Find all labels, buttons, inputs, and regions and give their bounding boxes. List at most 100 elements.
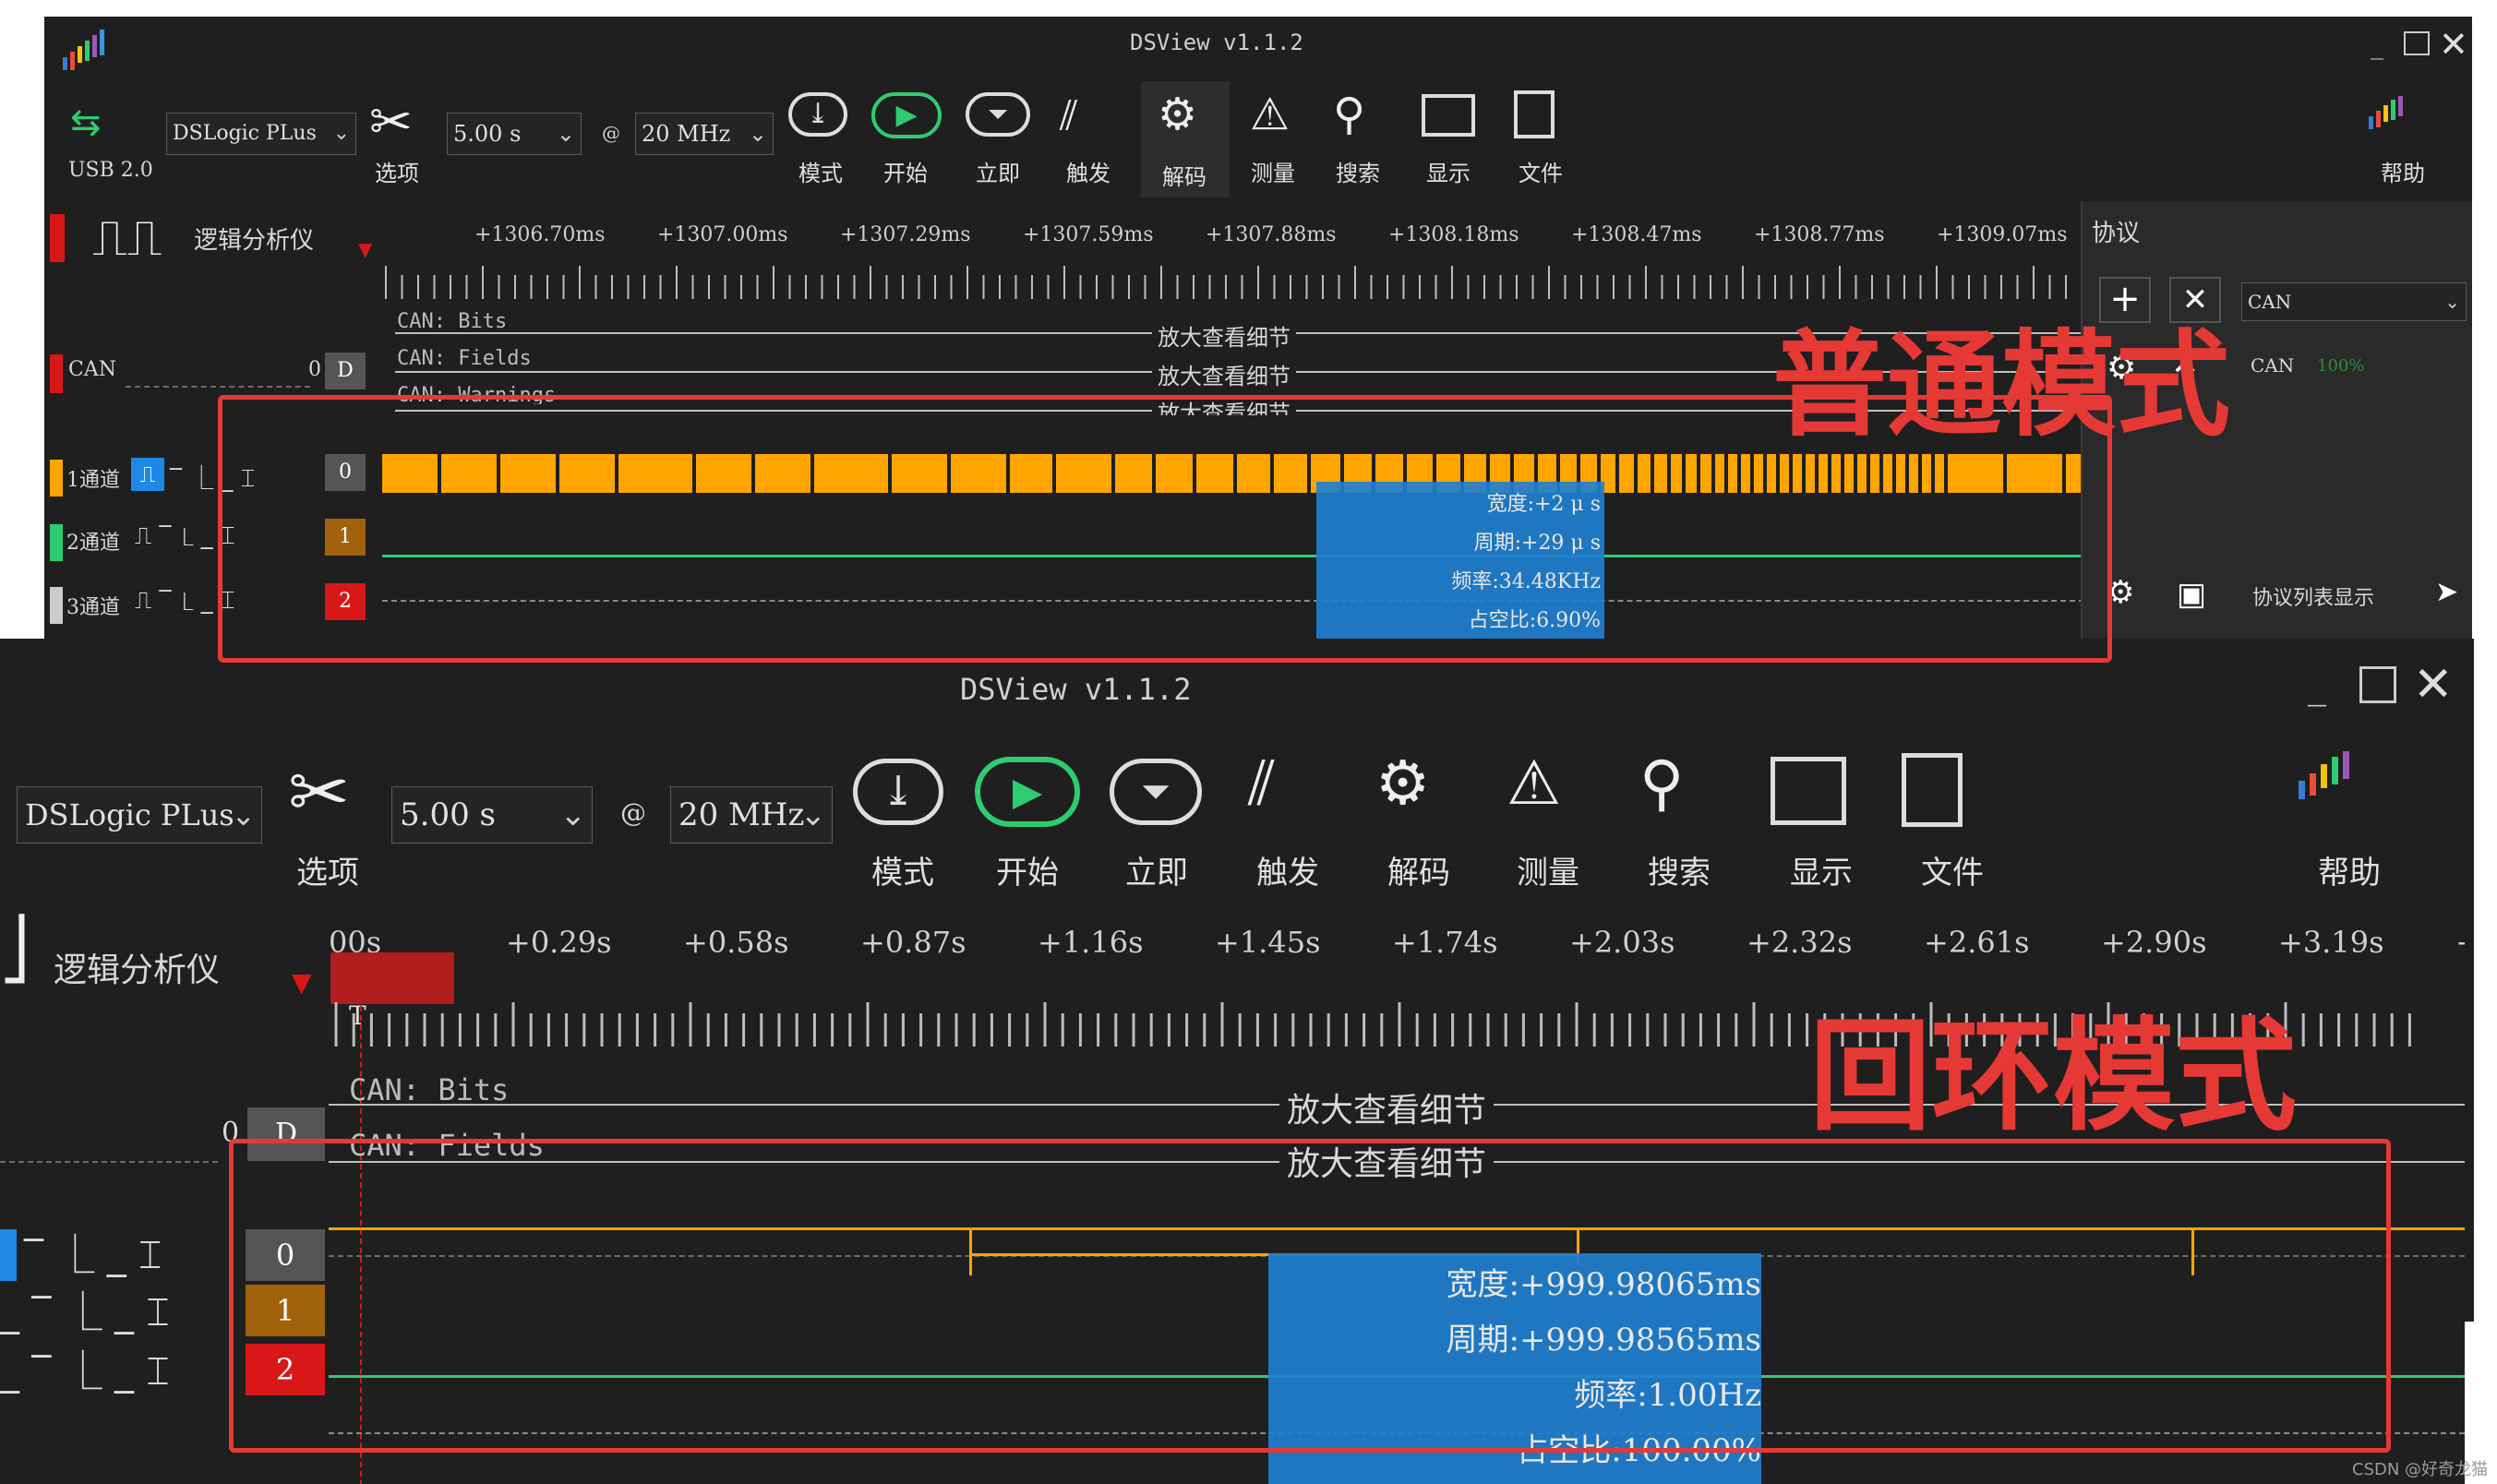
options-label[interactable]: 选项 bbox=[369, 155, 425, 187]
instant-icon[interactable]: ⏷ bbox=[1110, 759, 1202, 825]
tick-label: +0.87s bbox=[860, 925, 966, 960]
tick-label: +3.4 bbox=[2455, 925, 2465, 960]
toolbar-label-file[interactable]: 文件 bbox=[1508, 155, 1573, 187]
close-icon[interactable]: ✕ bbox=[2413, 657, 2454, 712]
toolbar-label-display[interactable]: 显示 bbox=[1416, 155, 1481, 187]
protocol-select-value: CAN bbox=[2248, 291, 2292, 313]
file-icon[interactable] bbox=[1902, 753, 1963, 827]
display-icon[interactable] bbox=[1422, 94, 1475, 137]
channel-0-trigger-rise-icon[interactable] bbox=[0, 1229, 17, 1281]
duration-select[interactable]: 5.00 s ⌄ bbox=[447, 113, 582, 155]
toolbar-label-trigger[interactable]: 触发 bbox=[1056, 155, 1121, 187]
channel-2-trigger-options-icon[interactable]: _ ‾ ⎿ _ ⌶ bbox=[0, 1340, 170, 1396]
help-label[interactable]: 帮助 bbox=[2371, 155, 2435, 187]
device-select[interactable]: DSLogic PLus ⌄ bbox=[17, 786, 262, 844]
duration-select[interactable]: 5.00 s ⌄ bbox=[391, 786, 593, 844]
minimize-button[interactable]: _ bbox=[2308, 664, 2326, 707]
options-icon[interactable]: ✂ bbox=[369, 92, 413, 152]
trigger-icon[interactable]: ⫽ bbox=[1060, 92, 1078, 139]
can-label: CAN bbox=[68, 358, 116, 381]
rate-select[interactable]: 20 MHz ⌄ bbox=[635, 113, 774, 155]
display-icon[interactable] bbox=[1771, 757, 1846, 825]
can-tag-label: D bbox=[337, 359, 354, 382]
chevron-down-icon: ⌄ bbox=[559, 796, 587, 833]
tick-label: +1308.47ms bbox=[1571, 223, 1702, 246]
start-icon[interactable]: ▶ bbox=[871, 92, 942, 138]
device-select[interactable]: DSLogic PLus ⌄ bbox=[166, 113, 356, 155]
mode-icon[interactable]: ⤓ bbox=[853, 759, 943, 825]
window-title: DSView v1.1.2 bbox=[960, 672, 1192, 707]
chevron-down-icon: ⌄ bbox=[332, 122, 350, 145]
toolbar-label-start[interactable]: 开始 bbox=[986, 847, 1069, 892]
toolbar-label-trigger[interactable]: 触发 bbox=[1246, 847, 1329, 892]
can-dashed-line bbox=[0, 1161, 218, 1163]
can-tag[interactable]: D bbox=[325, 353, 366, 389]
decoder-row-fields: CAN: Fields bbox=[397, 347, 532, 370]
decoder-row-bits: CAN: Bits bbox=[397, 310, 508, 333]
toolbar-label-decode[interactable]: 解码 bbox=[1377, 847, 1460, 892]
protocol-panel-title: 协议 bbox=[2092, 220, 2141, 247]
chevron-down-icon: ⌄ bbox=[799, 796, 827, 833]
channel-2-color bbox=[50, 524, 63, 561]
options-icon[interactable]: ✂ bbox=[288, 749, 350, 835]
file-icon[interactable] bbox=[1514, 90, 1555, 138]
channel-1-label[interactable]: 1通道 bbox=[66, 463, 120, 493]
zoom-hint-bits: 放大查看细节 bbox=[1279, 1083, 1495, 1131]
tick-label: +1.74s bbox=[1392, 925, 1498, 960]
close-icon[interactable]: ✕ bbox=[2439, 24, 2468, 65]
channel-1-trigger-rise-icon[interactable]: ⎍ bbox=[131, 458, 164, 491]
toolbar-label-search[interactable]: 搜索 bbox=[1638, 847, 1721, 892]
trigger-icon[interactable]: ⫽ bbox=[1248, 748, 1275, 820]
tick-label: +2.03s bbox=[1569, 925, 1675, 960]
toolbar-label-instant[interactable]: 立即 bbox=[966, 155, 1030, 187]
toolbar-label-start[interactable]: 开始 bbox=[873, 155, 938, 187]
toolbar-label-search[interactable]: 搜索 bbox=[1326, 155, 1390, 187]
rate-value: 20 MHz bbox=[678, 796, 805, 833]
trigger-flag bbox=[330, 952, 454, 1004]
search-icon[interactable]: ⚲ bbox=[1333, 89, 1365, 140]
decode-icon[interactable]: ⚙ bbox=[1375, 748, 1430, 819]
protocol-list-save-icon[interactable]: ▣ bbox=[2177, 576, 2206, 613]
tick-label: +1306.70ms bbox=[474, 223, 606, 246]
toolbar-label-instant[interactable]: 立即 bbox=[1115, 847, 1198, 892]
channel-3-label[interactable]: 3通道 bbox=[66, 591, 120, 620]
channel-2-label[interactable]: 2通道 bbox=[66, 526, 120, 556]
zoom-hint-fields: 放大查看细节 bbox=[1152, 358, 1296, 390]
tick-label: +2.90s bbox=[2101, 925, 2207, 960]
toolbar-label-mode[interactable]: 模式 bbox=[857, 847, 949, 892]
toolbar-label-measure[interactable]: 测量 bbox=[1241, 155, 1305, 187]
channel-1-trigger-options-icon[interactable]: _ ‾ ⎿ _ ⌶ bbox=[0, 1281, 170, 1337]
toolbar-label-file[interactable]: 文件 bbox=[1902, 847, 2003, 892]
tick-label: +1.16s bbox=[1038, 925, 1144, 960]
search-icon[interactable]: ⚲ bbox=[1639, 748, 1684, 819]
duration-value: 5.00 s bbox=[400, 796, 496, 833]
maximize-button[interactable] bbox=[2359, 666, 2396, 703]
minimize-button[interactable]: _ bbox=[2371, 30, 2398, 60]
tick-label: +1307.00ms bbox=[657, 223, 788, 246]
toolbar-label-display[interactable]: 显示 bbox=[1771, 847, 1872, 892]
toolbar-label-mode[interactable]: 模式 bbox=[788, 155, 853, 187]
watermark: CSDN @好奇龙猫 bbox=[2352, 1460, 2489, 1479]
protocol-list-navigate-icon[interactable]: ➤ bbox=[2435, 576, 2458, 608]
measure-icon[interactable]: ⚠ bbox=[1507, 748, 1561, 819]
mode-icon[interactable]: ⤓ bbox=[788, 92, 847, 137]
channel-3-color bbox=[50, 587, 63, 624]
toolbar-label-decode[interactable]: 解码 bbox=[1152, 159, 1217, 191]
instant-icon[interactable]: ⏷ bbox=[966, 92, 1030, 137]
toolbar-label-measure[interactable]: 测量 bbox=[1507, 847, 1590, 892]
device-select-value: DSLogic PLus bbox=[25, 797, 234, 832]
channel-0-trigger-options-icon[interactable]: ‾ ⎿ _ ⌶ bbox=[24, 1224, 162, 1280]
start-icon[interactable]: ▶ bbox=[975, 757, 1080, 827]
normal-mode-label: 普通模式 bbox=[1772, 319, 2231, 452]
chevron-down-icon: ⌄ bbox=[231, 797, 256, 832]
options-label[interactable]: 选项 bbox=[286, 847, 369, 892]
protocol-select[interactable]: CAN ⌄ bbox=[2241, 282, 2467, 321]
device-select-value: DSLogic PLus bbox=[173, 122, 317, 145]
rate-select[interactable]: 20 MHz ⌄ bbox=[670, 786, 833, 844]
decode-glyph-icon: ⚙ bbox=[1158, 89, 1198, 140]
loopback-mode-highlight bbox=[229, 1139, 2391, 1453]
restore-button[interactable] bbox=[2404, 31, 2430, 55]
help-label[interactable]: 帮助 bbox=[2299, 847, 2400, 892]
measure-icon[interactable]: ⚠ bbox=[1250, 89, 1290, 140]
decoder-row-bits: CAN: Bits bbox=[349, 1072, 510, 1107]
